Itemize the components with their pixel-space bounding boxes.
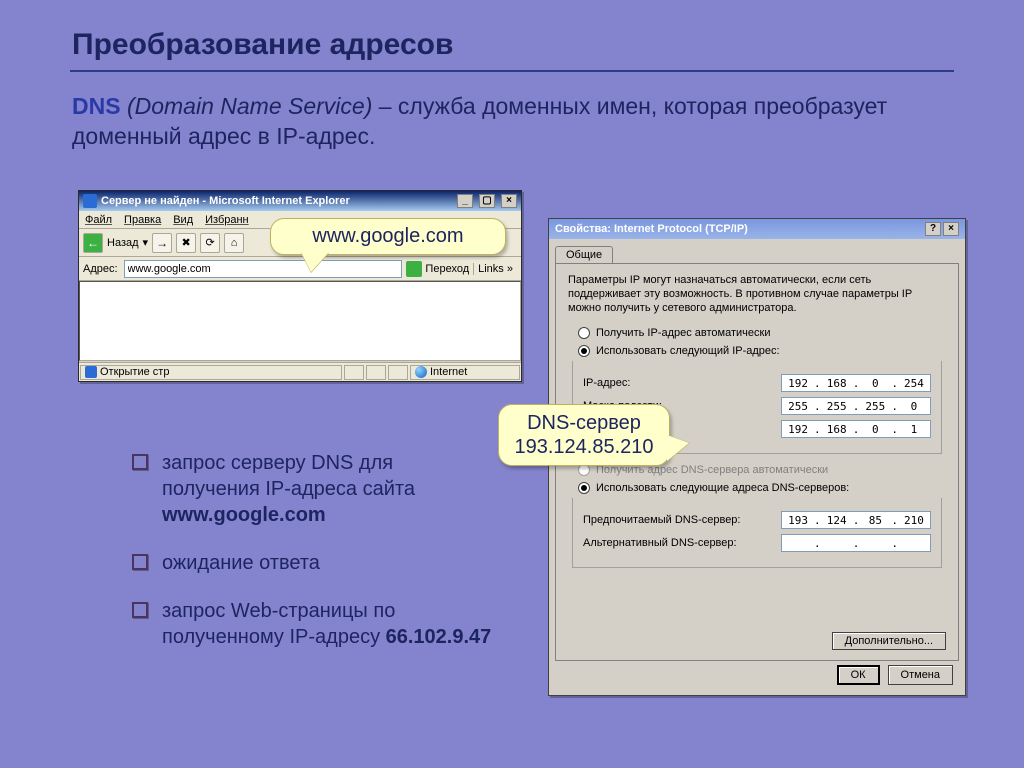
close-button[interactable]: × xyxy=(501,194,517,208)
slide-title: Преобразование адресов xyxy=(72,28,453,62)
home-button[interactable]: ⌂ xyxy=(224,233,244,253)
row-dns1: Предпочитаемый DNS-сервер: 193.124.85.21… xyxy=(583,511,931,529)
radio-use-ip-label: Использовать следующий IP-адрес: xyxy=(596,345,780,357)
back-label: Назад xyxy=(107,237,139,249)
menu-file[interactable]: Файл xyxy=(85,214,112,226)
dns-term: DNS xyxy=(72,93,121,119)
tcpip-title-text: Свойства: Internet Protocol (TCP/IP) xyxy=(555,223,748,235)
status-empty-3 xyxy=(388,365,408,380)
radio-use-dns[interactable]: Использовать следующие адреса DNS-сервер… xyxy=(578,482,946,494)
bullet-icon xyxy=(132,554,148,570)
bullet-3-bold: 66.102.9.47 xyxy=(386,626,492,648)
ie-content xyxy=(79,281,521,361)
menu-fav[interactable]: Избранн xyxy=(205,214,249,226)
ip-label: IP-адрес: xyxy=(583,377,781,389)
ie-small-icon xyxy=(85,366,97,378)
address-label: Адрес: xyxy=(83,263,120,275)
callout-google: www.google.com xyxy=(270,218,506,255)
status-empty-2 xyxy=(366,365,386,380)
tcpip-description: Параметры IP могут назначаться автоматич… xyxy=(568,274,946,315)
dialog-buttons: ОК Отмена xyxy=(837,665,953,685)
bullet-1-text: запрос серверу DNS для получения IP-адре… xyxy=(162,452,415,500)
row-ip: IP-адрес: 192.168.0.254 xyxy=(583,374,931,392)
bullet-1-bold: www.google.com xyxy=(162,504,326,526)
ie-icon xyxy=(83,194,97,208)
status-zone-text: Internet xyxy=(430,366,467,378)
forward-button[interactable]: → xyxy=(152,233,172,253)
radio-icon-disabled xyxy=(578,464,590,476)
status-empty-1 xyxy=(344,365,364,380)
gw-input[interactable]: 192.168.0.1 xyxy=(781,420,931,438)
bullet-1: запрос серверу DNS для получения IP-адре… xyxy=(132,450,492,528)
minimize-button[interactable]: _ xyxy=(457,194,473,208)
ok-button[interactable]: ОК xyxy=(837,665,880,685)
dns2-label: Альтернативный DNS-сервер: xyxy=(583,537,781,549)
cancel-button[interactable]: Отмена xyxy=(888,665,953,685)
status-zone: Internet xyxy=(410,365,520,380)
callout-dns-line1: DNS-сервер xyxy=(513,411,655,435)
go-label[interactable]: Переход xyxy=(425,263,469,275)
bullet-3: запрос Web-страницы по полученному IP-ад… xyxy=(132,598,492,650)
menu-view[interactable]: Вид xyxy=(173,214,193,226)
radio-icon-selected xyxy=(578,345,590,357)
go-icon[interactable] xyxy=(406,261,422,277)
menu-edit[interactable]: Правка xyxy=(124,214,161,226)
callout-google-text: www.google.com xyxy=(312,225,463,247)
mask-input[interactable]: 255.255.255.0 xyxy=(781,397,931,415)
dns1-label: Предпочитаемый DNS-сервер: xyxy=(583,514,781,526)
ie-title-text: Сервер не найден - Microsoft Internet Ex… xyxy=(101,195,350,207)
radio-use-ip[interactable]: Использовать следующий IP-адрес: xyxy=(578,345,946,357)
dns1-input[interactable]: 193.124.85.210 xyxy=(781,511,931,529)
dns2-input[interactable]: . . . xyxy=(781,534,931,552)
bullet-2-text: ожидание ответа xyxy=(162,550,320,576)
advanced-button[interactable]: Дополнительно... xyxy=(832,632,946,650)
radio-auto-ip[interactable]: Получить IP-адрес автоматически xyxy=(578,327,946,339)
bullet-icon xyxy=(132,454,148,470)
status-left-text: Открытие стр xyxy=(100,366,169,378)
address-input[interactable] xyxy=(124,260,403,278)
globe-icon xyxy=(415,366,427,378)
back-dropdown-icon[interactable]: ▾ xyxy=(143,236,149,249)
stop-button[interactable]: ✖ xyxy=(176,233,196,253)
back-button[interactable]: ← xyxy=(83,233,103,253)
bullet-3-text: запрос Web-страницы по полученному IP-ад… xyxy=(162,600,395,648)
links-label[interactable]: Links » xyxy=(473,263,517,275)
bullet-2: ожидание ответа xyxy=(132,550,492,576)
tcpip-tabstrip: Общие xyxy=(549,239,965,263)
radio-use-dns-label: Использовать следующие адреса DNS-сервер… xyxy=(596,482,849,494)
bullet-icon xyxy=(132,602,148,618)
ip-input[interactable]: 192.168.0.254 xyxy=(781,374,931,392)
status-left-pane: Открытие стр xyxy=(80,365,342,380)
ie-statusbar: Открытие стр Internet xyxy=(79,362,521,381)
radio-auto-ip-label: Получить IP-адрес автоматически xyxy=(596,327,770,339)
radio-icon-selected xyxy=(578,482,590,494)
tcpip-titlebar[interactable]: Свойства: Internet Protocol (TCP/IP) ? × xyxy=(549,219,965,239)
maximize-button[interactable]: ▢ xyxy=(479,194,495,208)
tcp-close-button[interactable]: × xyxy=(943,222,959,236)
callout-dns: DNS-сервер 193.124.85.210 xyxy=(498,404,670,466)
dns-expansion: (Domain Name Service) xyxy=(127,93,372,119)
refresh-button[interactable]: ⟳ xyxy=(200,233,220,253)
chevron-right-icon: » xyxy=(507,263,513,275)
dns-group: Предпочитаемый DNS-сервер: 193.124.85.21… xyxy=(572,498,942,568)
help-button[interactable]: ? xyxy=(925,222,941,236)
dns-definition: DNS (Domain Name Service) – служба домен… xyxy=(72,92,952,152)
radio-auto-dns-label: Получить адрес DNS-сервера автоматически xyxy=(596,464,828,476)
title-underline xyxy=(70,70,954,72)
row-dns2: Альтернативный DNS-сервер: . . . xyxy=(583,534,931,552)
radio-icon xyxy=(578,327,590,339)
ie-titlebar[interactable]: Сервер не найден - Microsoft Internet Ex… xyxy=(79,191,521,211)
ie-addressbar: Адрес: Переход Links » xyxy=(79,257,521,281)
tab-general[interactable]: Общие xyxy=(555,246,613,263)
callout-dns-line2: 193.124.85.210 xyxy=(513,435,655,459)
radio-auto-dns: Получить адрес DNS-сервера автоматически xyxy=(578,464,946,476)
bullet-list: запрос серверу DNS для получения IP-адре… xyxy=(92,450,492,672)
